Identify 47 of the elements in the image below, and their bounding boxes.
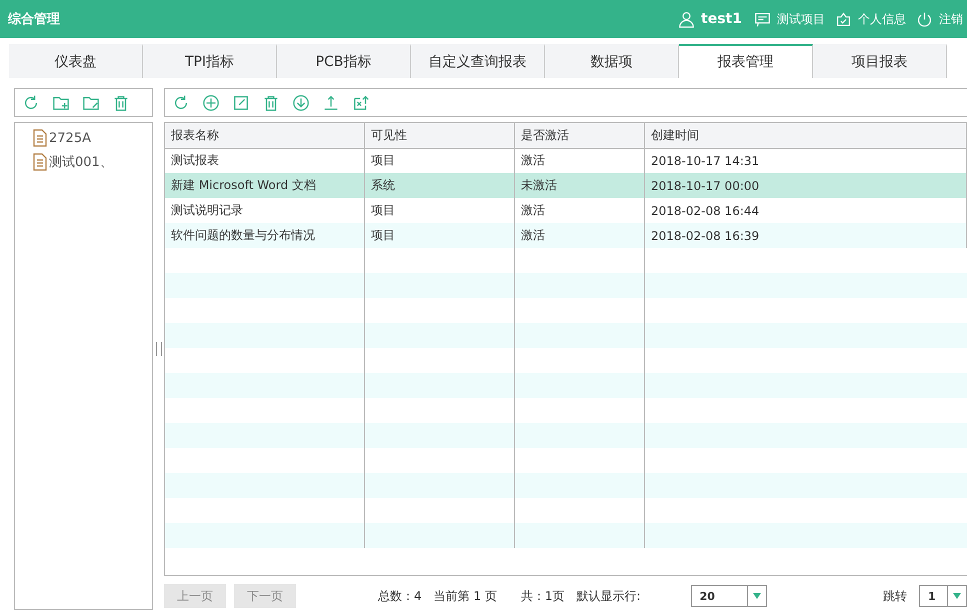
refresh-icon[interactable] <box>172 94 190 112</box>
table-cell[interactable]: 软件问题的数量与分布情况 <box>165 223 365 248</box>
tab[interactable]: 数据项 <box>545 44 679 78</box>
power-icon[interactable] <box>916 10 933 28</box>
upload-icon[interactable] <box>322 94 340 112</box>
list-card-icon[interactable] <box>754 10 771 28</box>
jump-label: 跳转 <box>883 588 907 604</box>
splitter-handle[interactable] <box>156 342 162 356</box>
download-icon[interactable] <box>292 94 310 112</box>
document-icon <box>33 153 47 171</box>
export-icon[interactable] <box>352 94 370 112</box>
tab[interactable]: 仪表盘 <box>9 44 143 78</box>
table-cell[interactable]: 未激活 <box>515 173 645 198</box>
plus-circle-icon[interactable] <box>202 94 220 112</box>
tab[interactable]: 自定义查询报表 <box>411 44 545 78</box>
table-cell[interactable]: 系统 <box>365 173 515 198</box>
page-count: 共：1页 <box>520 588 565 604</box>
user-icon[interactable] <box>678 10 696 28</box>
column-header[interactable]: 报表名称 <box>165 123 365 149</box>
tab[interactable]: 报表管理 <box>679 44 813 78</box>
table-cell[interactable]: 2018-02-08 16:39 <box>645 223 967 248</box>
table-cell[interactable]: 激活 <box>515 223 645 248</box>
tree-item[interactable]: 2725A <box>49 130 91 146</box>
trash-icon[interactable] <box>112 94 130 112</box>
tab[interactable]: 项目报表 <box>813 44 947 78</box>
table-cell[interactable]: 2018-10-17 00:00 <box>645 173 967 198</box>
badge-check-icon[interactable] <box>835 10 852 28</box>
caret-icon <box>752 593 761 599</box>
tab[interactable]: PCB指标 <box>277 44 411 78</box>
edit-icon[interactable] <box>232 94 250 112</box>
app-title: 综合管理 <box>8 10 60 28</box>
jump-select[interactable]: 1 <box>919 585 967 607</box>
rows-select[interactable]: 20 <box>690 585 767 607</box>
trash-icon[interactable] <box>262 94 280 112</box>
rows-label: 默认显示行: <box>576 588 641 604</box>
column-header[interactable]: 创建时间 <box>645 123 967 149</box>
current-page: 当前第 1 页 <box>434 588 497 604</box>
column-header[interactable]: 是否激活 <box>515 123 645 149</box>
total-count: 总数：4 <box>378 588 422 604</box>
document-icon <box>33 129 47 147</box>
tree-item[interactable]: 测试001、 <box>49 153 113 171</box>
column-header[interactable]: 可见性 <box>365 123 515 149</box>
tab[interactable]: TPI指标 <box>143 44 277 78</box>
caret-icon <box>953 593 961 599</box>
refresh-icon[interactable] <box>22 94 40 112</box>
table-cell[interactable]: 项目 <box>365 223 515 248</box>
table-cell[interactable]: 新建 Microsoft Word 文档 <box>165 173 365 198</box>
